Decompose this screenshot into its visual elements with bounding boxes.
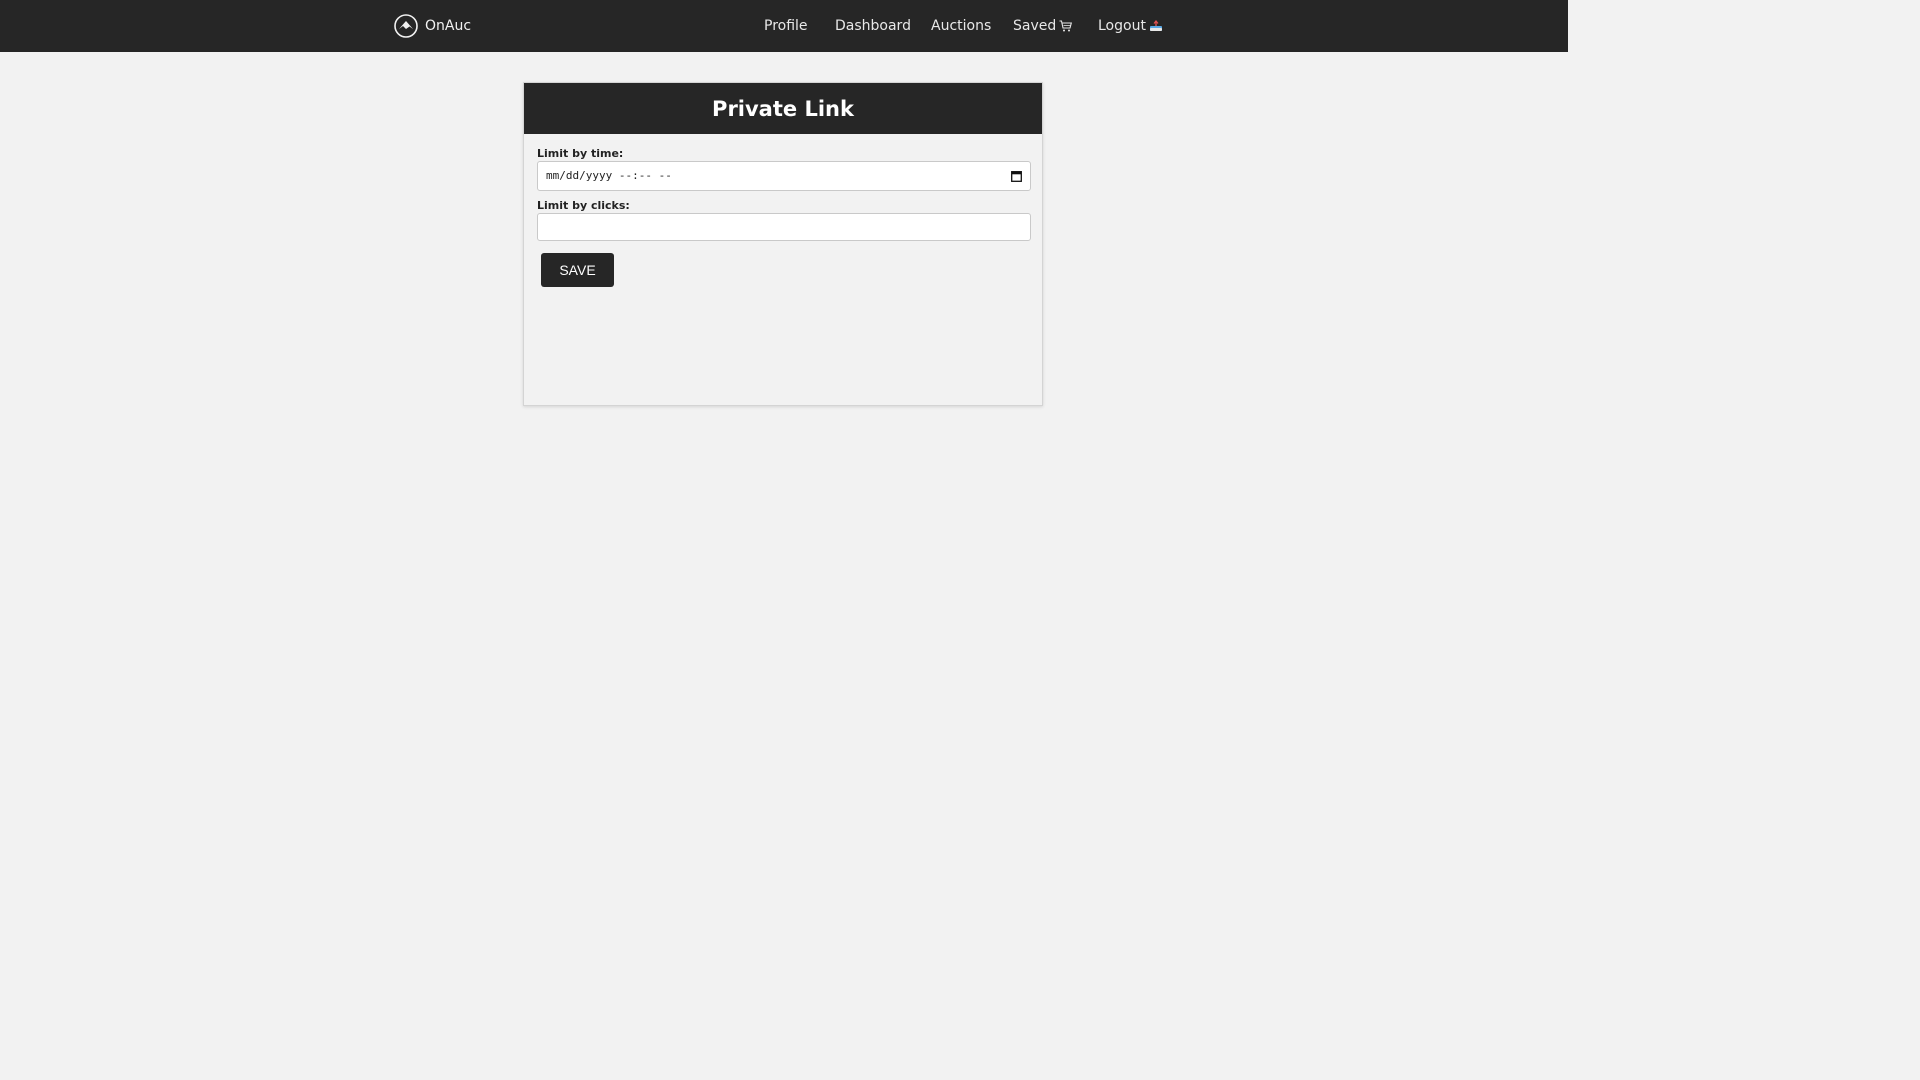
card-header: Private Link [524, 83, 1042, 134]
cart-icon [1059, 20, 1073, 32]
brand-link[interactable]: OnAuc [394, 14, 471, 38]
nav-link-auctions[interactable]: Auctions [931, 16, 991, 36]
top-navbar: OnAuc Profile Dashboard Auctions Saved L… [0, 0, 1568, 52]
nav-link-dashboard[interactable]: Dashboard [835, 16, 911, 36]
nav-label-dashboard: Dashboard [835, 18, 911, 34]
nav-link-logout[interactable]: Logout [1098, 16, 1163, 36]
nav-label-logout: Logout [1098, 18, 1146, 34]
nav-label-auctions: Auctions [931, 18, 992, 34]
nav-label-saved: Saved [1013, 18, 1057, 34]
save-button[interactable]: SAVE [541, 253, 614, 287]
card-title: Private Link [712, 96, 854, 121]
datetime-placeholder: mm/dd/yyyy --:-- -- [546, 169, 672, 182]
nav-link-profile[interactable]: Profile [764, 16, 808, 36]
time-limit-input[interactable]: mm/dd/yyyy --:-- -- [537, 161, 1031, 191]
brand-name: OnAuc [425, 18, 472, 34]
private-link-card: Private Link Limit by time: mm/dd/yyyy -… [523, 82, 1043, 406]
nav-link-saved[interactable]: Saved [1013, 16, 1073, 36]
brand-logo-icon [394, 14, 418, 38]
nav-label-profile: Profile [764, 18, 808, 34]
calendar-icon[interactable] [1011, 170, 1022, 182]
clicks-limit-input[interactable] [537, 213, 1031, 241]
time-limit-label: Limit by time: [537, 147, 624, 160]
clicks-limit-label: Limit by clicks: [537, 199, 630, 212]
logout-icon [1149, 20, 1162, 31]
